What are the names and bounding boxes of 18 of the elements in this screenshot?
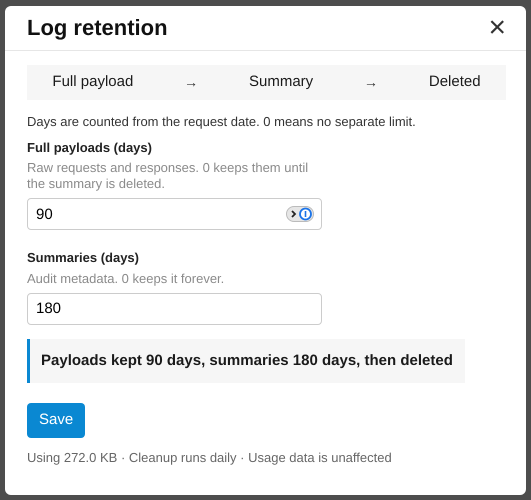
dialog-title: Log retention	[27, 14, 168, 42]
input-field[interactable]: 180	[27, 292, 322, 324]
input-field[interactable]: 90	[27, 198, 322, 230]
arrow-icon: →	[364, 72, 378, 93]
autofill-icon[interactable]	[286, 206, 314, 222]
flow-step: Deleted	[428, 71, 481, 94]
help-text: Raw requests and responses. 0 keeps them until the summary is deleted.	[27, 160, 310, 192]
flow-step: Summary	[249, 71, 314, 94]
field-label: Full payloads (days)	[27, 138, 153, 157]
footer-text: Using 272.0 KB · Cleanup runs daily · Usage data is unaffected	[27, 448, 393, 467]
field-label: Summaries (days)	[27, 249, 140, 267]
arrow-icon: →	[184, 72, 198, 93]
note-text: Days are counted from the request date. 0 means no separate limit.	[27, 113, 417, 131]
flow-step: Full payload	[52, 71, 134, 94]
close-button[interactable]: ×	[484, 13, 510, 43]
summary-callout: Payloads kept 90 days, summaries 180 days, then deleted	[27, 338, 465, 383]
save-button[interactable]: Save	[27, 403, 86, 438]
help-text: Audit metadata. 0 keeps it forever.	[27, 270, 226, 286]
